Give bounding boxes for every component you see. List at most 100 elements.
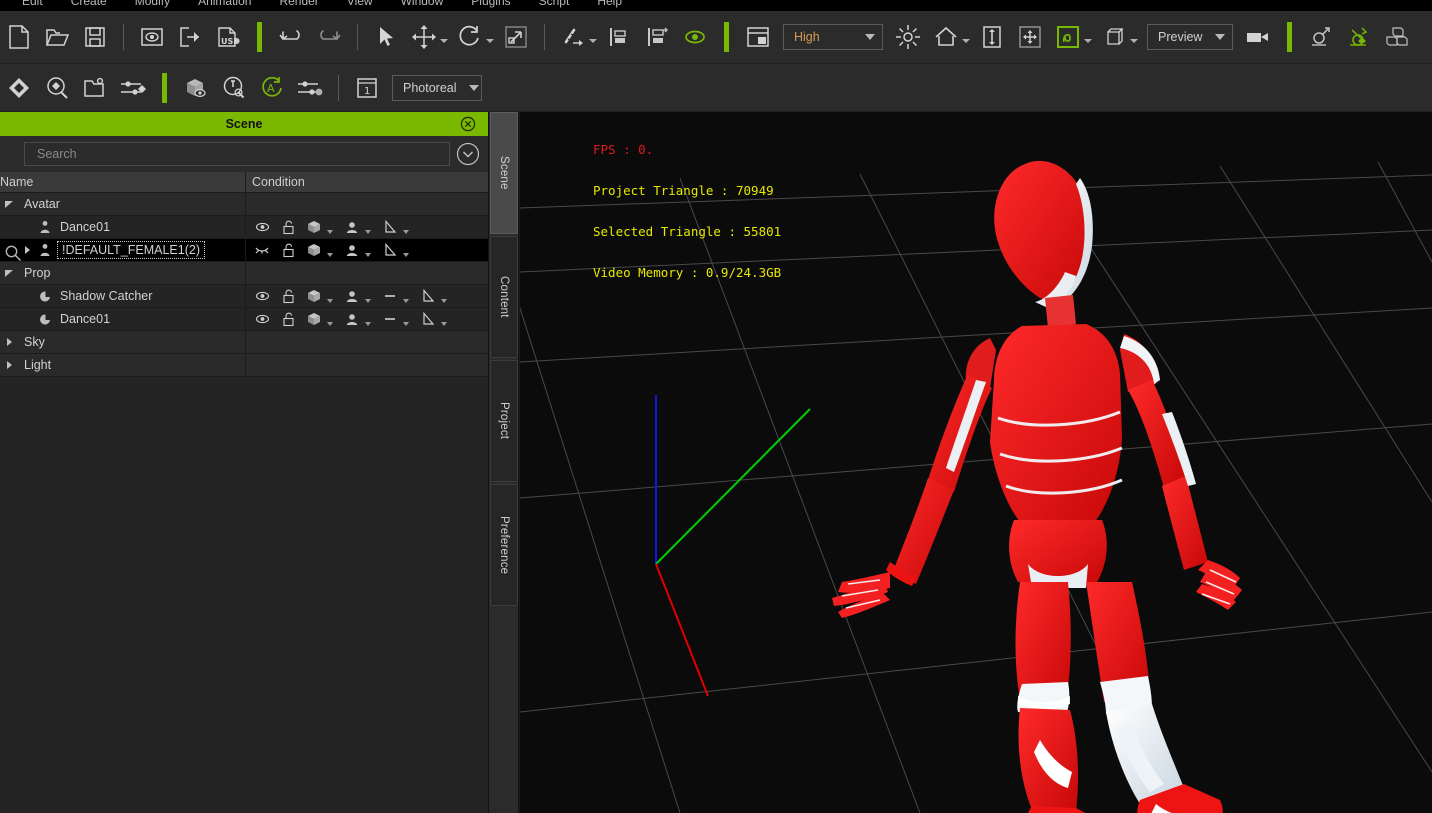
motion-path-icon[interactable] (1051, 20, 1085, 54)
menu-item-help[interactable]: Help (583, 0, 636, 11)
frame-one-icon[interactable]: 1 (350, 71, 384, 105)
keyframe-diamond-icon[interactable] (2, 71, 36, 105)
dash-icon[interactable] (380, 313, 400, 325)
chevron-down-icon[interactable] (362, 216, 374, 239)
search-field[interactable] (24, 142, 450, 166)
menu-item-render[interactable]: Render (265, 0, 332, 11)
table-row[interactable]: Sky (0, 330, 488, 354)
chevron-down-icon[interactable] (400, 239, 412, 262)
chevron-down-icon[interactable] (324, 308, 336, 331)
chevron-down-icon[interactable] (400, 216, 412, 239)
keyframe-search-icon[interactable] (40, 71, 74, 105)
timeline-search-icon[interactable] (217, 71, 251, 105)
redo-icon[interactable] (312, 20, 346, 54)
usd-export-icon[interactable]: USD (211, 20, 245, 54)
keyframe-settings-icon[interactable] (116, 71, 150, 105)
unlock-icon[interactable] (278, 243, 298, 258)
bust-icon[interactable] (342, 312, 362, 326)
menu-item-create[interactable]: Create (57, 0, 121, 11)
quality-select[interactable]: High (783, 24, 883, 50)
table-row[interactable]: Dance01 (0, 307, 488, 331)
rotate-tool-dropdown-caret[interactable] (485, 20, 495, 54)
menu-item-modify[interactable]: Modify (121, 0, 184, 11)
bounding-box-icon[interactable] (1097, 20, 1131, 54)
align-left-icon[interactable] (602, 20, 636, 54)
undo-icon[interactable] (274, 20, 308, 54)
cube-icon[interactable] (304, 219, 324, 235)
auto-key-icon[interactable]: A (255, 71, 289, 105)
layout-icon[interactable] (741, 20, 775, 54)
select-arrow-icon[interactable] (369, 20, 403, 54)
camera-icon[interactable] (1241, 20, 1275, 54)
mesh-icon[interactable] (380, 242, 400, 258)
move-tool-dropdown-caret[interactable] (439, 20, 449, 54)
bust-icon[interactable] (342, 243, 362, 257)
lamp-icon[interactable] (1304, 20, 1338, 54)
tab-content[interactable]: Content (490, 236, 518, 358)
render-settings-icon[interactable] (293, 71, 327, 105)
chevron-down-icon[interactable] (438, 285, 450, 308)
eye-open-icon[interactable] (252, 313, 272, 325)
menu-item-view[interactable]: View (333, 0, 387, 11)
dash-icon[interactable] (380, 290, 400, 302)
menu-item-animation[interactable]: Animation (184, 0, 265, 11)
menu-item-plugins[interactable]: Plugins (457, 0, 524, 11)
save-icon[interactable] (78, 20, 112, 54)
transform-gizmo-icon[interactable] (1013, 20, 1047, 54)
row-twisty-toggle[interactable] (0, 337, 18, 347)
home-icon[interactable] (929, 20, 963, 54)
link-tool-icon[interactable] (556, 20, 590, 54)
open-project-folder-icon[interactable] (78, 71, 112, 105)
bust-icon[interactable] (342, 289, 362, 303)
table-row[interactable]: Avatar (0, 192, 488, 216)
move-tool-icon[interactable] (407, 20, 441, 54)
cube-icon[interactable] (304, 311, 324, 327)
chevron-down-icon[interactable] (324, 239, 336, 262)
table-row[interactable]: Prop (0, 261, 488, 285)
unlock-icon[interactable] (278, 289, 298, 304)
table-row[interactable]: Shadow Catcher (0, 284, 488, 308)
table-row[interactable]: Light (0, 353, 488, 377)
light-sun-icon[interactable] (891, 20, 925, 54)
align-right-icon[interactable] (640, 20, 674, 54)
eye-open-icon[interactable] (252, 290, 272, 302)
eye-open-icon[interactable] (252, 221, 272, 233)
eye-closed-icon[interactable] (252, 244, 272, 256)
chevron-down-icon[interactable] (438, 308, 450, 331)
preview-monitor-icon[interactable] (135, 20, 169, 54)
tab-preference[interactable]: Preference (490, 484, 518, 606)
bust-icon[interactable] (342, 220, 362, 234)
chevron-down-icon[interactable] (362, 239, 374, 262)
render-mode-select[interactable]: Photoreal (392, 74, 482, 101)
table-row[interactable]: !DEFAULT_FEMALE1(2) (0, 238, 488, 262)
home-dropdown-caret[interactable] (961, 20, 971, 54)
cube-visibility-icon[interactable] (179, 71, 213, 105)
cube-icon[interactable] (304, 242, 324, 258)
chevron-down-icon[interactable] (400, 308, 412, 331)
scene-tree[interactable]: Name Condition Avatar Dance01 !DEFAULT_FEM… (0, 172, 488, 797)
search-input[interactable] (29, 146, 449, 162)
open-folder-icon[interactable] (40, 20, 74, 54)
new-file-icon[interactable] (2, 20, 36, 54)
cube-icon[interactable] (304, 288, 324, 304)
chevron-down-icon[interactable] (324, 216, 336, 239)
fit-vertical-icon[interactable] (975, 20, 1009, 54)
export-icon[interactable] (173, 20, 207, 54)
row-twisty-toggle[interactable] (0, 268, 18, 278)
tab-project[interactable]: Project (490, 360, 518, 482)
chevron-down-icon[interactable] (324, 285, 336, 308)
mesh-icon[interactable] (418, 288, 438, 304)
menu-item-window[interactable]: Window (387, 0, 458, 11)
unlock-icon[interactable] (278, 220, 298, 235)
search-options-chevron-down-icon[interactable] (454, 140, 482, 168)
chevron-down-icon[interactable] (362, 308, 374, 331)
chevron-down-icon[interactable] (362, 285, 374, 308)
viewport-3d[interactable]: FPS : 0. Project Triangle : 70949 Select… (520, 112, 1432, 813)
table-row[interactable]: Dance01 (0, 215, 488, 239)
link-tool-dropdown-caret[interactable] (588, 20, 598, 54)
close-icon[interactable] (460, 116, 476, 137)
particle-icon[interactable] (1342, 20, 1376, 54)
menu-item-edit[interactable]: Edit (8, 0, 57, 11)
scale-tool-icon[interactable] (499, 20, 533, 54)
preview-select[interactable]: Preview (1147, 24, 1233, 50)
